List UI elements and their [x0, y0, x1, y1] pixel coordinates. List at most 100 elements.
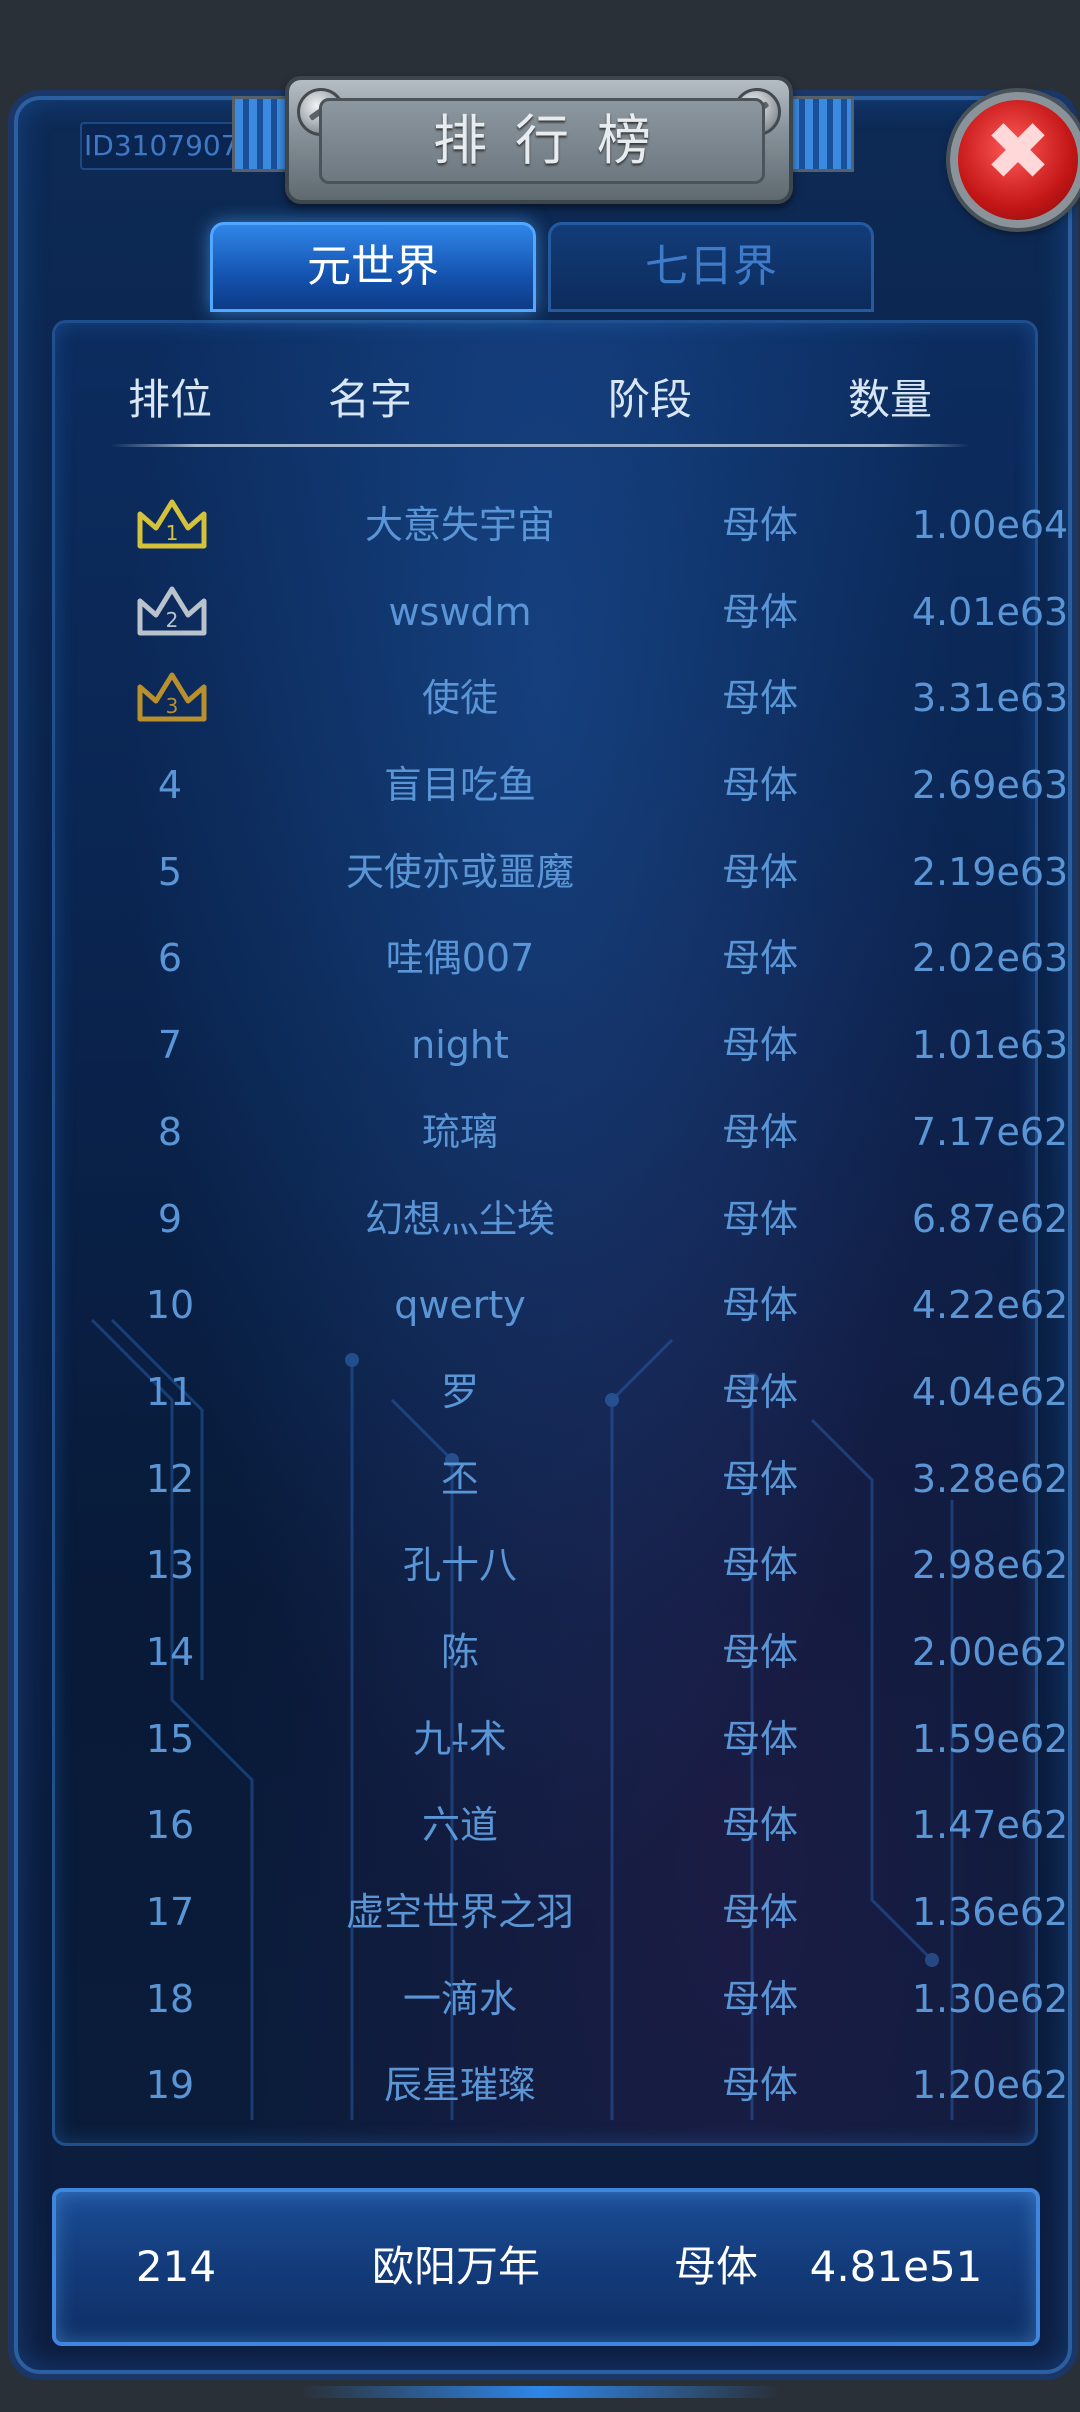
tab-seven-day-world[interactable]: 七日界 — [548, 222, 874, 312]
rank-number: 19 — [145, 2063, 195, 2108]
tab-yuan-world[interactable]: 元世界 — [210, 222, 536, 312]
amount-value: 1.30e62 — [911, 1976, 1069, 2021]
rank-number: 2 — [166, 608, 179, 632]
rank-number: 15 — [145, 1716, 195, 1761]
player-name: 丕 — [440, 1456, 479, 1501]
player-name: 陈 — [440, 1629, 479, 1674]
player-name: wswdm — [388, 589, 532, 634]
rank-badge: 1 — [90, 482, 250, 569]
table-row[interactable]: 7 night 母体 1.01e63 — [90, 1002, 1068, 1089]
table-row[interactable]: 14 陈母体 2.00e62 — [90, 1609, 1068, 1696]
my-rank-stage: 母体 — [673, 2242, 758, 2291]
amount-value: 4.01e63 — [911, 589, 1069, 634]
amount-value: 1.59e62 — [911, 1716, 1069, 1761]
table-row[interactable]: 5 天使亦或噩魔 母体 2.19e63 — [90, 829, 1068, 916]
rank-number: 8 — [157, 1109, 183, 1154]
close-icon: ✖ — [984, 105, 1052, 198]
rank-badge: 2 — [90, 569, 250, 656]
rank-number: 9 — [157, 1196, 183, 1241]
table-row[interactable]: 2 wswdm 母体 4.01e63 — [90, 569, 1068, 656]
rank-number: 5 — [157, 849, 183, 894]
player-name: 虚空世界之羽 — [345, 1890, 574, 1934]
table-row[interactable]: 18 一滴水 母体 1.30e62 — [90, 1956, 1068, 2043]
table-row[interactable]: 8 琉璃 母体 7.17e62 — [90, 1089, 1068, 1176]
amount-value: 2.98e62 — [911, 1543, 1069, 1588]
table-row[interactable]: 6 哇偶007 母体 2.02e63 — [90, 915, 1068, 1002]
amount-value: 2.69e63 — [911, 763, 1069, 808]
player-name: 辰星璀璨 — [383, 2063, 536, 2108]
silver-crown-icon: 2 — [137, 586, 207, 636]
rank-number: 13 — [145, 1543, 195, 1588]
title-plate: 排行榜 — [285, 76, 793, 204]
player-name: 琉璃 — [421, 1109, 498, 1154]
rank-number: 16 — [145, 1803, 195, 1848]
amount-value: 1.47e62 — [911, 1803, 1069, 1848]
bronze-crown-icon: 3 — [137, 672, 207, 722]
table-row[interactable]: 15 九⸸术 母体 1.59e62 — [90, 1696, 1068, 1783]
player-name: 幻想灬尘埃 — [364, 1196, 555, 1241]
amount-value: 7.17e62 — [911, 1109, 1069, 1154]
rank-number: 3 — [166, 694, 179, 718]
table-row[interactable]: 1 大意失宇宙 母体 1.00e64 — [90, 482, 1068, 569]
table-row[interactable]: 9 幻想灬尘埃 母体 6.87e62 — [90, 1176, 1068, 1263]
amount-value: 1.00e64 — [911, 503, 1069, 547]
amount-value: 3.31e63 — [911, 676, 1069, 721]
rank-number: 7 — [157, 1023, 183, 1068]
player-name: 孔十八 — [402, 1543, 517, 1588]
table-row[interactable]: 17 虚空世界之羽 母体 1.36e62 — [90, 1869, 1068, 1956]
column-header-amount: 数量 — [847, 375, 932, 424]
amount-value: 4.22e62 — [911, 1283, 1069, 1328]
bottom-glow-decoration — [300, 2386, 780, 2398]
player-name: 九⸸术 — [413, 1716, 507, 1761]
my-rank-name: 欧阳万年 — [371, 2242, 540, 2291]
amount-value: 2.19e63 — [911, 849, 1069, 894]
table-row[interactable]: 11 罗母体 4.04e62 — [90, 1349, 1068, 1436]
player-name: 天使亦或噩魔 — [345, 849, 574, 894]
player-name: 哇偶007 — [385, 936, 535, 981]
my-rank-bar: 214 欧阳万年 母体 4.81e51 — [52, 2188, 1040, 2346]
player-name: 六道 — [421, 1803, 498, 1848]
rank-number: 12 — [145, 1456, 195, 1501]
my-rank-number: 214 — [135, 2242, 217, 2291]
rank-number: 11 — [145, 1369, 195, 1414]
table-row[interactable]: 19 辰星璀璨 母体 1.20e62 — [90, 2042, 1068, 2129]
player-name: 使徒 — [421, 676, 498, 721]
title-wing-right — [788, 96, 854, 172]
rank-number: 14 — [145, 1629, 195, 1674]
rank-number: 4 — [157, 763, 183, 808]
rank-number: 1 — [166, 521, 179, 545]
rank-number: 18 — [145, 1976, 195, 2021]
amount-value: 2.02e63 — [911, 936, 1069, 981]
ranking-table: 1 大意失宇宙 母体 1.00e64 2 wswdm 母体 4.01e63 3 使徒 母体 3.31e… — [90, 482, 1068, 2129]
player-name: qwerty — [394, 1283, 526, 1328]
column-header-rank: 排位 — [127, 375, 212, 424]
close-button[interactable]: ✖ — [950, 92, 1080, 228]
page-title: 排行榜 — [319, 98, 765, 184]
amount-value: 4.04e62 — [911, 1369, 1069, 1414]
player-name: night — [411, 1023, 509, 1068]
player-name: 大意失宇宙 — [364, 503, 555, 547]
amount-value: 1.20e62 — [911, 2063, 1069, 2108]
table-row[interactable]: 10 qwerty 母体 4.22e62 — [90, 1262, 1068, 1349]
header-divider — [110, 444, 970, 447]
amount-value: 2.00e62 — [911, 1629, 1069, 1674]
column-header-name: 名字 — [327, 375, 412, 424]
table-row[interactable]: 16 六道 母体 1.47e62 — [90, 1782, 1068, 1869]
amount-value: 1.01e63 — [911, 1023, 1069, 1068]
table-row[interactable]: 13 孔十八 母体 2.98e62 — [90, 1522, 1068, 1609]
player-name: 罗 — [440, 1369, 479, 1414]
player-name: 一滴水 — [402, 1976, 517, 2021]
rank-number: 6 — [157, 936, 183, 981]
table-row[interactable]: 4 盲目吃鱼 母体 2.69e63 — [90, 742, 1068, 829]
rank-number: 17 — [145, 1890, 195, 1934]
table-row[interactable]: 12 丕母体 3.28e62 — [90, 1436, 1068, 1523]
amount-value: 1.36e62 — [911, 1890, 1069, 1934]
amount-value: 3.28e62 — [911, 1456, 1069, 1501]
my-rank-amount: 4.81e51 — [809, 2242, 983, 2291]
table-row[interactable]: 3 使徒 母体 3.31e63 — [90, 655, 1068, 742]
column-header-stage: 阶段 — [607, 375, 692, 424]
table-header: 排位 名字 阶段 数量 — [90, 370, 990, 430]
rank-badge: 3 — [90, 655, 250, 742]
amount-value: 6.87e62 — [911, 1196, 1069, 1241]
player-name: 盲目吃鱼 — [383, 763, 536, 808]
